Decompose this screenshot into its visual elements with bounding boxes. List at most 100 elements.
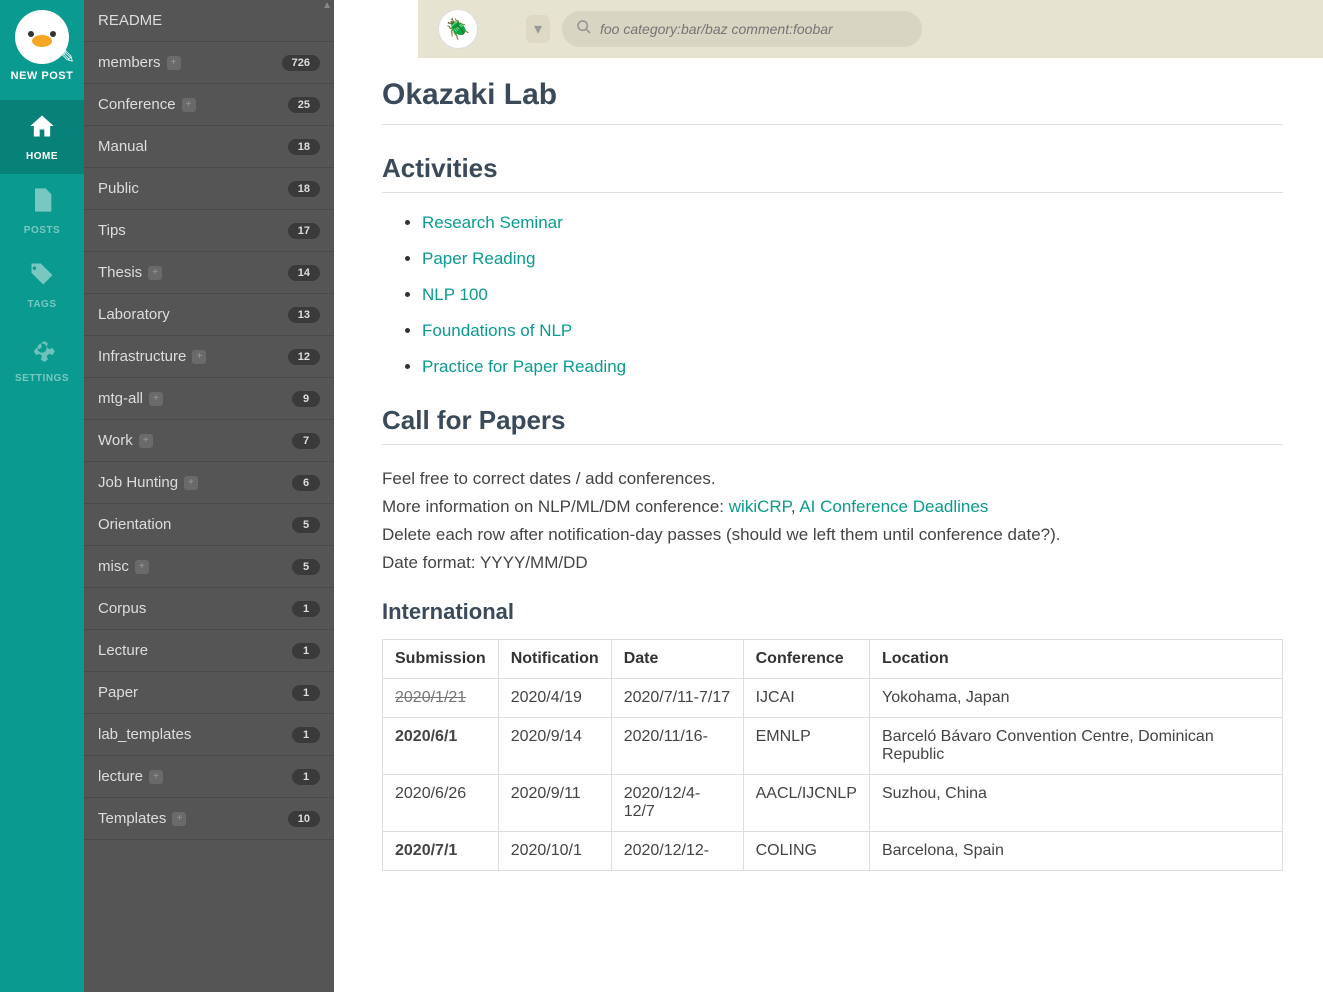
count-badge: 10 xyxy=(288,811,320,827)
plus-icon: + xyxy=(149,392,163,406)
category-name: lab_templates xyxy=(98,726,191,743)
category-item[interactable]: lecture + 1 xyxy=(84,756,334,798)
cell-location: Yokohama, Japan xyxy=(869,679,1282,718)
plus-icon: + xyxy=(182,98,196,112)
search-wrap[interactable] xyxy=(562,11,922,47)
table-header: Date xyxy=(611,640,743,679)
category-name: Public xyxy=(98,180,139,197)
category-name: Corpus xyxy=(98,600,146,617)
count-badge: 9 xyxy=(292,391,320,407)
category-item[interactable]: Thesis + 14 xyxy=(84,252,334,294)
count-badge: 14 xyxy=(288,265,320,281)
ai-deadlines-link[interactable]: AI Conference Deadlines xyxy=(799,497,988,516)
nav-home[interactable]: HOME xyxy=(0,100,84,174)
category-name: mtg-all + xyxy=(98,390,163,407)
nav-label: POSTS xyxy=(24,225,60,236)
category-item[interactable]: Templates + 10 xyxy=(84,798,334,840)
count-badge: 18 xyxy=(288,181,320,197)
nav-settings[interactable]: SETTINGS xyxy=(0,322,84,396)
cell-notification: 2020/4/19 xyxy=(498,679,611,718)
category-item[interactable]: Job Hunting + 6 xyxy=(84,462,334,504)
wikicrp-link[interactable]: wikiCRP xyxy=(729,497,791,516)
nav-posts[interactable]: POSTS xyxy=(0,174,84,248)
cell-notification: 2020/10/1 xyxy=(498,832,611,871)
activity-item: Foundations of NLP xyxy=(422,321,1283,341)
category-name: Manual xyxy=(98,138,147,155)
category-item[interactable]: lab_templates 1 xyxy=(84,714,334,756)
activity-link[interactable]: NLP 100 xyxy=(422,285,488,304)
category-item[interactable]: Corpus 1 xyxy=(84,588,334,630)
main-content: Okazaki Lab Activities Research SeminarP… xyxy=(334,0,1323,992)
count-badge: 1 xyxy=(292,769,320,785)
nav-tags[interactable]: TAGS xyxy=(0,248,84,322)
search-input[interactable] xyxy=(600,21,908,37)
activities-list: Research Seminar Paper Reading NLP 100 Foun… xyxy=(382,213,1283,377)
activity-link[interactable]: Practice for Paper Reading xyxy=(422,357,626,376)
cell-submission: 2020/7/1 xyxy=(383,832,499,871)
count-badge: 12 xyxy=(288,349,320,365)
category-name: lecture + xyxy=(98,768,163,785)
nav-rail: ✎ NEW POST HOME POSTS TAGSSETTINGS xyxy=(0,0,84,992)
category-item[interactable]: Infrastructure +12 xyxy=(84,336,334,378)
chevron-down-icon: ▾ xyxy=(534,19,542,39)
count-badge: 7 xyxy=(292,433,320,449)
category-item[interactable]: README xyxy=(84,0,334,42)
count-badge: 1 xyxy=(292,727,320,743)
category-item[interactable]: Lecture 1 xyxy=(84,630,334,672)
category-item[interactable]: Work +7 xyxy=(84,420,334,462)
cell-notification: 2020/9/14 xyxy=(498,718,611,775)
plus-icon: + xyxy=(149,770,163,784)
activity-item: Research Seminar xyxy=(422,213,1283,233)
activity-link[interactable]: Research Seminar xyxy=(422,213,563,232)
table-row: 2020/6/1 2020/9/14 2020/11/16- EMNLP Bar… xyxy=(383,718,1283,775)
category-item[interactable]: Public 18 xyxy=(84,168,334,210)
cfp-text-4: Date format: YYYY/MM/DD xyxy=(382,549,1283,577)
table-header: Conference xyxy=(743,640,869,679)
new-post-button[interactable]: ✎ xyxy=(15,10,69,64)
category-item[interactable]: Laboratory 13 xyxy=(84,294,334,336)
pencil-icon: ✎ xyxy=(60,47,75,68)
cell-location: Barceló Bávaro Convention Centre, Domini… xyxy=(869,718,1282,775)
table-row: 2020/7/1 2020/10/1 2020/12/12- COLING Ba… xyxy=(383,832,1283,871)
category-name: Orientation xyxy=(98,516,171,533)
category-item[interactable]: Conference +25 xyxy=(84,84,334,126)
category-name: Templates + xyxy=(98,810,186,827)
table-header: Submission xyxy=(383,640,499,679)
count-badge: 6 xyxy=(292,475,320,491)
table-header: Notification xyxy=(498,640,611,679)
file-icon xyxy=(28,186,56,221)
count-badge: 5 xyxy=(292,517,320,533)
category-item[interactable]: members +726 xyxy=(84,42,334,84)
activity-link[interactable]: Paper Reading xyxy=(422,249,535,268)
activity-item: Practice for Paper Reading xyxy=(422,357,1283,377)
cell-submission: 2020/6/26 xyxy=(383,775,499,832)
cell-submission: 2020/1/21 xyxy=(383,679,499,718)
category-item[interactable]: Paper 1 xyxy=(84,672,334,714)
activity-link[interactable]: Foundations of NLP xyxy=(422,321,572,340)
category-sidebar[interactable]: ▲ README members +726Conference +25Manua… xyxy=(84,0,334,992)
count-badge: 25 xyxy=(288,97,320,113)
category-item[interactable]: Orientation 5 xyxy=(84,504,334,546)
plus-icon: + xyxy=(172,812,186,826)
team-logo[interactable]: 🪲 xyxy=(438,9,478,49)
category-item[interactable]: mtg-all + 9 xyxy=(84,378,334,420)
scroll-up-arrow: ▲ xyxy=(322,0,332,11)
category-item[interactable]: misc +5 xyxy=(84,546,334,588)
new-post-label: NEW POST xyxy=(11,70,74,82)
team-dropdown[interactable]: ▾ xyxy=(526,15,550,43)
category-item[interactable]: Manual 18 xyxy=(84,126,334,168)
plus-icon: + xyxy=(135,560,149,574)
cell-location: Barcelona, Spain xyxy=(869,832,1282,871)
category-name: Job Hunting + xyxy=(98,474,198,491)
category-name: Thesis + xyxy=(98,264,162,281)
search-icon xyxy=(576,19,592,40)
category-name: Tips xyxy=(98,222,126,239)
category-item[interactable]: Tips 17 xyxy=(84,210,334,252)
count-badge: 726 xyxy=(282,55,320,71)
cell-date: 2020/12/4-12/7 xyxy=(611,775,743,832)
table-row: 2020/6/26 2020/9/11 2020/12/4-12/7 AACL/… xyxy=(383,775,1283,832)
plus-icon: + xyxy=(167,56,181,70)
cell-notification: 2020/9/11 xyxy=(498,775,611,832)
cfp-heading: Call for Papers xyxy=(382,405,1283,436)
table-row: 2020/1/21 2020/4/19 2020/7/11-7/17 IJCAI… xyxy=(383,679,1283,718)
